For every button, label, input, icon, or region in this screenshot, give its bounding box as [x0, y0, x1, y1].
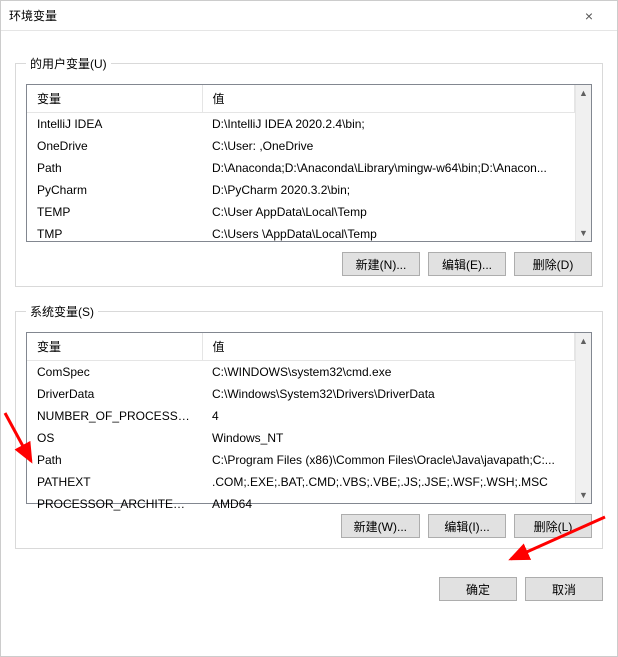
scroll-up-icon[interactable]: ▲	[576, 333, 591, 349]
system-new-button[interactable]: 新建(W)...	[341, 514, 420, 538]
user-variables-group: 的用户变量(U) 变量 值 IntelliJ IDEAD:\IntelliJ I…	[15, 55, 603, 287]
table-row[interactable]: OneDriveC:\User: ,OneDrive	[27, 135, 575, 157]
table-row[interactable]: PyCharmD:\PyCharm 2020.3.2\bin;	[27, 179, 575, 201]
scroll-down-icon[interactable]: ▼	[576, 225, 591, 241]
table-row[interactable]: IntelliJ IDEAD:\IntelliJ IDEA 2020.2.4\b…	[27, 113, 575, 136]
sys-col-name[interactable]: 变量	[27, 333, 202, 361]
table-row[interactable]: NUMBER_OF_PROCESSORS4	[27, 405, 575, 427]
user-new-button[interactable]: 新建(N)...	[342, 252, 420, 276]
system-edit-button[interactable]: 编辑(I)...	[428, 514, 506, 538]
table-row[interactable]: DriverDataC:\Windows\System32\Drivers\Dr…	[27, 383, 575, 405]
table-row[interactable]: PathC:\Program Files (x86)\Common Files\…	[27, 449, 575, 471]
system-variables-table[interactable]: 变量 值 ComSpecC:\WINDOWS\system32\cmd.exe …	[26, 332, 592, 504]
system-delete-button[interactable]: 删除(L)	[514, 514, 592, 538]
sys-col-value[interactable]: 值	[202, 333, 575, 361]
user-col-name[interactable]: 变量	[27, 85, 202, 113]
system-variables-group: 系统变量(S) 变量 值 ComSpecC:\WINDOWS\system32\…	[15, 303, 603, 549]
cancel-button[interactable]: 取消	[525, 577, 603, 601]
user-col-value[interactable]: 值	[202, 85, 575, 113]
table-row[interactable]: TEMPC:\User AppData\Local\Temp	[27, 201, 575, 223]
user-edit-button[interactable]: 编辑(E)...	[428, 252, 506, 276]
user-variables-table[interactable]: 变量 值 IntelliJ IDEAD:\IntelliJ IDEA 2020.…	[26, 84, 592, 242]
table-row[interactable]: ComSpecC:\WINDOWS\system32\cmd.exe	[27, 361, 575, 384]
table-row[interactable]: TMPC:\Users \AppData\Local\Temp	[27, 223, 575, 245]
table-row[interactable]: PATHEXT.COM;.EXE;.BAT;.CMD;.VBS;.VBE;.JS…	[27, 471, 575, 493]
user-variables-legend: 的用户变量(U)	[26, 55, 111, 72]
scrollbar[interactable]: ▲ ▼	[575, 333, 591, 503]
user-delete-button[interactable]: 删除(D)	[514, 252, 592, 276]
table-row[interactable]: PathD:\Anaconda;D:\Anaconda\Library\ming…	[27, 157, 575, 179]
table-row[interactable]: PROCESSOR_ARCHITECT...AMD64	[27, 493, 575, 515]
titlebar: 环境变量 ×	[1, 1, 617, 31]
ok-button[interactable]: 确定	[439, 577, 517, 601]
dialog-footer: 确定 取消	[1, 563, 617, 611]
window-title: 环境变量	[9, 7, 57, 24]
table-row[interactable]: OSWindows_NT	[27, 427, 575, 449]
close-button[interactable]: ×	[569, 1, 609, 31]
system-variables-legend: 系统变量(S)	[26, 303, 98, 320]
scrollbar[interactable]: ▲ ▼	[575, 85, 591, 241]
scroll-up-icon[interactable]: ▲	[576, 85, 591, 101]
scroll-down-icon[interactable]: ▼	[576, 487, 591, 503]
